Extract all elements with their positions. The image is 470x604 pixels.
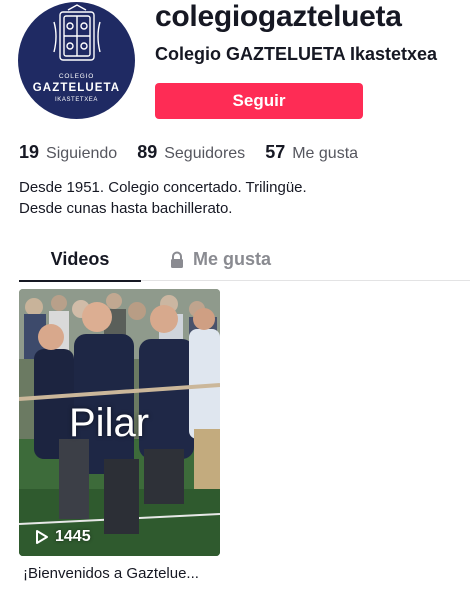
video-title[interactable]: ¡Bienvenidos a Gaztelue...: [23, 565, 199, 582]
profile-display-name: Colegio GAZTELUETA Ikastetxea: [155, 44, 438, 64]
avatar-line-3: IKASTETXEA: [54, 97, 98, 103]
following-count: 19: [19, 142, 40, 162]
bio-line-1: Desde 1951. Colegio concertado. Trilingü…: [19, 179, 307, 196]
tab-liked[interactable]: Me gusta: [169, 240, 309, 281]
video-view-count: 1445: [55, 528, 91, 545]
likes-label: Me gusta: [292, 145, 359, 162]
play-icon: [36, 530, 48, 544]
video-card[interactable]: Pilar 1445: [19, 289, 220, 556]
avatar[interactable]: COLEGIO GAZTELUETA IKASTETXEA: [18, 2, 135, 119]
avatar-line-1: COLEGIO: [58, 73, 95, 80]
likes-stat: 57 Me gusta: [265, 142, 358, 163]
tab-videos[interactable]: Videos: [19, 240, 141, 282]
following-label: Siguiendo: [46, 145, 118, 162]
video-overlay-text: Pilar: [69, 401, 150, 445]
followers-stat[interactable]: 89 Seguidores: [137, 142, 245, 163]
likes-count: 57: [265, 142, 286, 162]
followers-count: 89: [137, 142, 158, 162]
profile-bio: Desde 1951. Colegio concertado. Trilingü…: [19, 177, 307, 219]
following-stat[interactable]: 19 Siguiendo: [19, 142, 117, 163]
lock-icon: [171, 251, 183, 268]
profile-tabs: Videos Me gusta: [19, 240, 470, 282]
followers-label: Seguidores: [164, 145, 246, 162]
avatar-line-2: GAZTELUETA: [32, 82, 121, 94]
profile-stats: 19 Siguiendo 89 Seguidores 57 Me gusta: [19, 142, 378, 163]
tab-videos-label: Videos: [50, 249, 110, 269]
bio-line-2: Desde cunas hasta bachillerato.: [19, 200, 233, 217]
follow-button[interactable]: Seguir: [155, 83, 363, 119]
video-views: 1445: [35, 528, 91, 546]
profile-username: colegiogaztelueta: [155, 0, 402, 33]
tab-liked-label: Me gusta: [193, 249, 272, 269]
